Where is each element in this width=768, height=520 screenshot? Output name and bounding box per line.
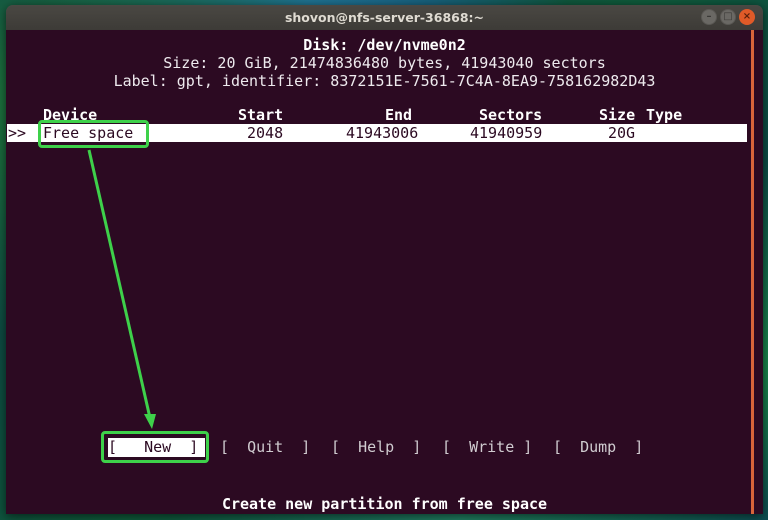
header-start: Start xyxy=(238,106,284,124)
row-cursor: >> xyxy=(8,124,27,142)
header-sectors: Sectors xyxy=(479,106,543,124)
scrollbar[interactable] xyxy=(751,30,754,514)
status-text: Create new partition from free space xyxy=(221,495,548,513)
disk-label: Label: gpt, identifier: 8372151E-7561-7C… xyxy=(113,72,656,90)
new-button-highlight-box xyxy=(101,431,209,463)
header-size: Size xyxy=(599,106,636,124)
maximize-icon[interactable]: □ xyxy=(720,9,736,25)
window-controls: – □ × xyxy=(701,9,755,25)
window-title: shovon@nfs-server-36868:~ xyxy=(284,10,485,25)
row-end: 41943006 xyxy=(346,124,419,142)
row-start: 2048 xyxy=(247,124,284,142)
disk-size: Size: 20 GiB, 21474836480 bytes, 4194304… xyxy=(163,54,606,72)
free-space-highlight-box xyxy=(38,120,149,148)
help-button[interactable]: [ Help ] xyxy=(331,438,421,456)
row-size: 20G xyxy=(608,124,636,142)
header-end: End xyxy=(385,106,413,124)
close-icon[interactable]: × xyxy=(739,9,755,25)
quit-button[interactable]: [ Quit ] xyxy=(220,438,310,456)
disk-name: Disk: /dev/nvme0n2 xyxy=(303,36,466,54)
dump-button[interactable]: [ Dump ] xyxy=(553,438,643,456)
minimize-icon[interactable]: – xyxy=(701,9,717,25)
write-button[interactable]: [ Write ] xyxy=(442,438,532,456)
header-type: Type xyxy=(646,106,683,124)
title-bar[interactable]: shovon@nfs-server-36868:~ – □ × xyxy=(6,5,763,30)
row-sectors: 41940959 xyxy=(470,124,543,142)
